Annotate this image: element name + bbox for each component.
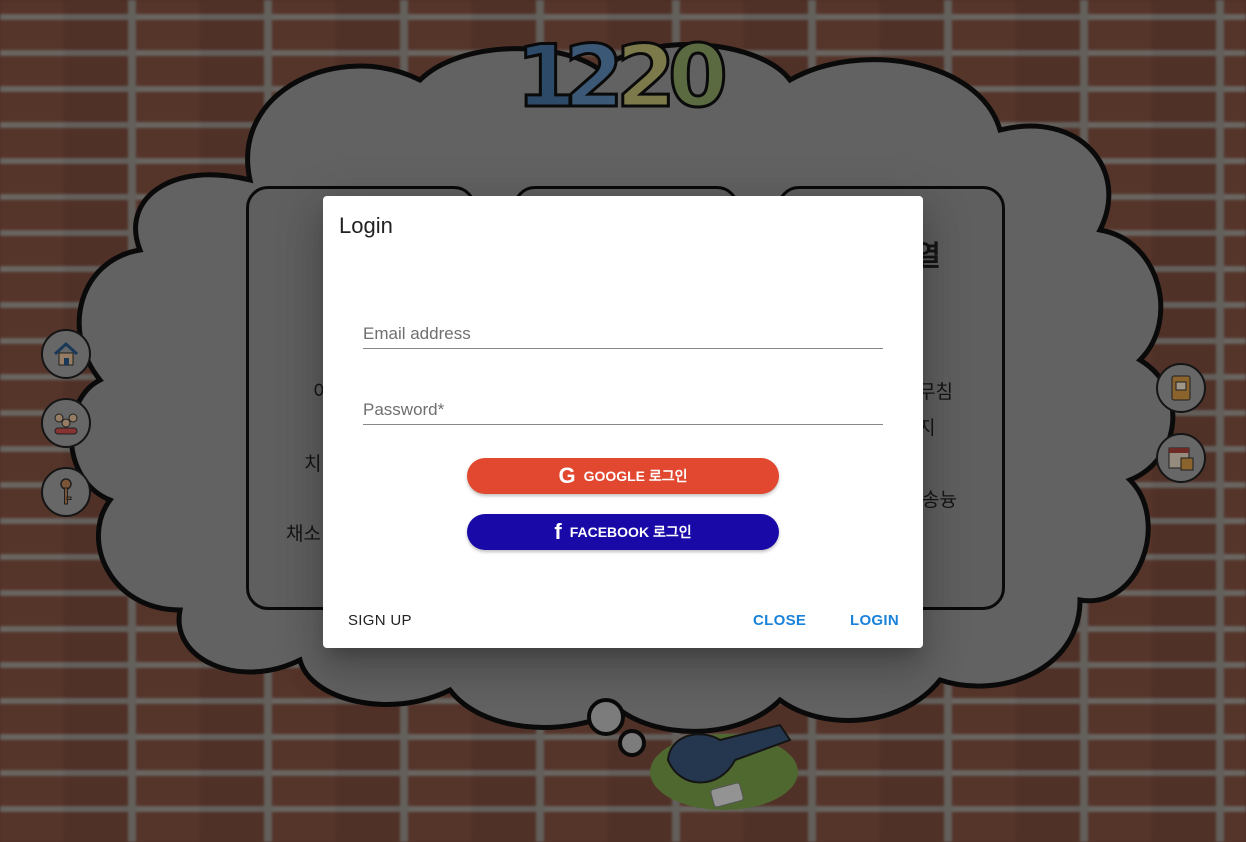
login-dialog: Login G GOOGLE 로그인 f FACEBOOK 로그인 SIGN U… bbox=[323, 196, 923, 648]
dialog-title: Login bbox=[339, 213, 393, 238]
facebook-login-label: FACEBOOK 로그인 bbox=[569, 524, 692, 540]
google-login-button[interactable]: G GOOGLE 로그인 bbox=[467, 458, 779, 494]
facebook-login-button[interactable]: f FACEBOOK 로그인 bbox=[467, 514, 779, 550]
login-button[interactable]: LOGIN bbox=[850, 612, 899, 629]
signup-button[interactable]: SIGN UP bbox=[348, 612, 412, 629]
google-login-label: GOOGLE 로그인 bbox=[583, 468, 688, 484]
facebook-icon: f bbox=[554, 519, 562, 544]
google-icon: G bbox=[558, 463, 576, 488]
password-field[interactable] bbox=[363, 396, 883, 425]
close-button[interactable]: CLOSE bbox=[753, 612, 806, 629]
email-field[interactable] bbox=[363, 320, 883, 349]
